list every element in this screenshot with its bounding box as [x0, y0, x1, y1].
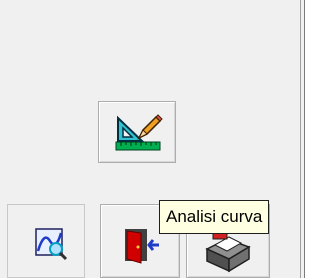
exit-door-icon: [125, 229, 159, 264]
printer-icon: [205, 230, 251, 273]
curve-magnifier-icon: [35, 228, 68, 261]
panel-divider: [300, 0, 301, 278]
curve-analysis-button[interactable]: [7, 204, 85, 278]
tooltip-text: Analisi curva: [166, 207, 263, 226]
tooltip: Analisi curva: [159, 200, 270, 234]
triangle-ruler-pencil-icon: [115, 114, 163, 151]
design-tool-button[interactable]: [98, 101, 176, 163]
side-panel: [305, 0, 333, 278]
